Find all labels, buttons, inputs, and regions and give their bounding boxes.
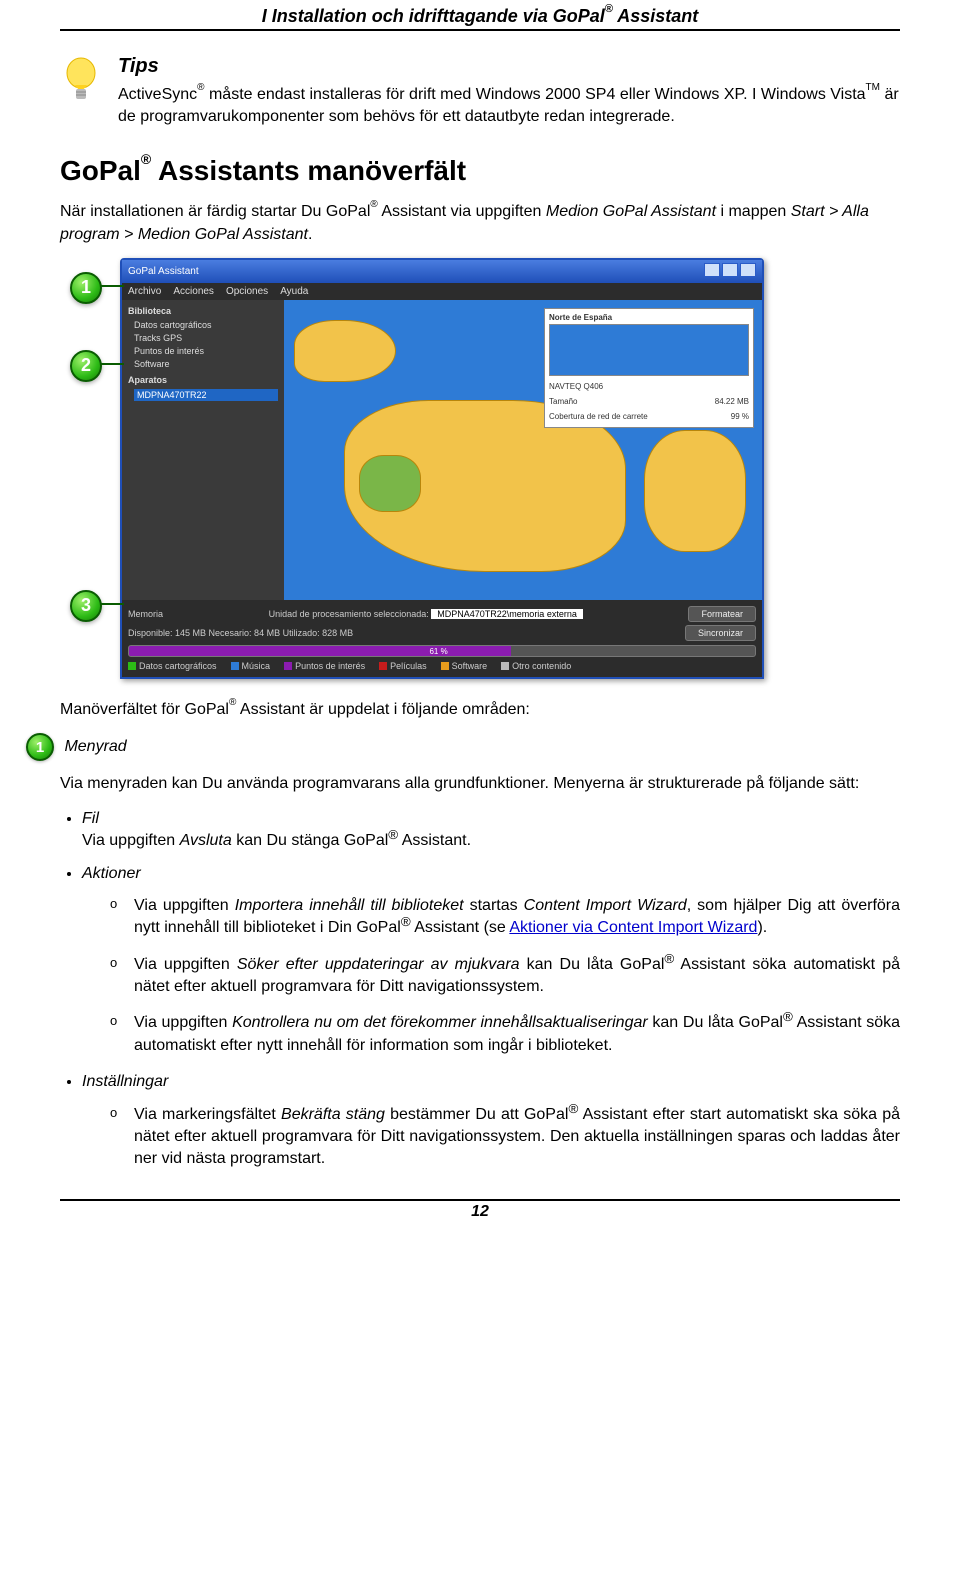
tips-heading: Tips [118, 55, 900, 78]
sidebar[interactable]: Biblioteca Datos cartográficos Tracks GP… [122, 300, 284, 600]
app-window: GoPal Assistant Archivo Acciones Opcione… [120, 258, 764, 679]
areas-intro: Manöverfältet för GoPal® Assistant är up… [60, 699, 900, 721]
bullet-fil: Fil Via uppgiften Avsluta kan Du stänga … [82, 808, 900, 853]
header-rule [60, 29, 900, 31]
sync-button[interactable]: Sincronizar [685, 625, 756, 641]
section-heading: GoPal® Assistants manöverfält [60, 155, 900, 187]
link-content-import-wizard[interactable]: Aktioner via Content Import Wizard [509, 919, 757, 936]
section-intro: När installationen är färdig startar Du … [60, 201, 900, 246]
map-pane[interactable]: Norte de España NAVTEQ Q406 Tamaño84.22 … [284, 300, 762, 600]
area-1-heading: 1 Menyrad [26, 733, 900, 761]
callout-1: 1 [70, 272, 102, 304]
bullet-installningar: Inställningar Via markeringsfältet Bekrä… [82, 1071, 900, 1171]
map-info-panel: Norte de España NAVTEQ Q406 Tamaño84.22 … [544, 308, 754, 428]
sub-installningar-1: Via markeringsfältet Bekräfta stäng best… [110, 1104, 900, 1171]
status-bar: Memoria Unidad de procesamiento seleccio… [122, 600, 762, 677]
screenshot-figure: 1 2 3 GoPal Assistant Archivo Acciones O… [70, 258, 900, 679]
callout-3: 3 [70, 590, 102, 622]
page-number: 12 [471, 1203, 489, 1220]
footer-rule [60, 1199, 900, 1201]
sub-aktioner-1: Via uppgiften Importera innehåll till bi… [110, 895, 900, 940]
sub-aktioner-2: Via uppgiften Söker efter uppdateringar … [110, 954, 900, 999]
sub-aktioner-3: Via uppgiften Kontrollera nu om det före… [110, 1012, 900, 1057]
bullet-aktioner: Aktioner Via uppgiften Importera innehål… [82, 863, 900, 1058]
menubar[interactable]: Archivo Acciones Opciones Ayuda [122, 283, 762, 300]
lightbulb-icon [60, 55, 102, 105]
callout-2: 2 [70, 350, 102, 382]
page-header: I Installation och idrifttagande via GoP… [60, 0, 900, 27]
window-titlebar: GoPal Assistant [122, 260, 762, 283]
format-button[interactable]: Formatear [688, 606, 756, 622]
window-controls[interactable] [702, 263, 756, 280]
tips-body: ActiveSync® måste endast installeras för… [118, 84, 900, 127]
callout-badge-1: 1 [26, 733, 54, 761]
area-1-para: Via menyraden kan Du använda programvara… [60, 773, 900, 795]
